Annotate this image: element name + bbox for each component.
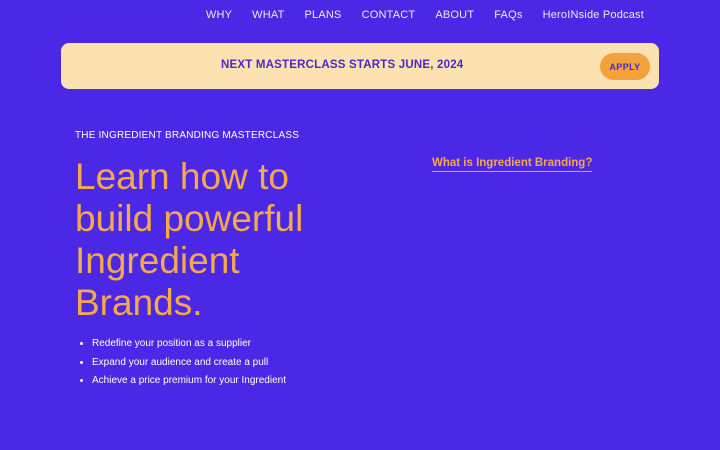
benefit-item: Expand your audience and create a pull [92, 354, 286, 373]
nav-link-about[interactable]: ABOUT [435, 9, 474, 21]
nav-link-what[interactable]: WHAT [252, 9, 284, 21]
top-navigation: WHY WHAT PLANS CONTACT ABOUT FAQs HeroIN… [0, 0, 720, 30]
banner-text: NEXT MASTERCLASS STARTS JUNE, 2024 [221, 59, 464, 71]
nav-link-why[interactable]: WHY [206, 9, 232, 21]
announcement-banner: NEXT MASTERCLASS STARTS JUNE, 2024 APPLY [61, 43, 659, 89]
nav-link-plans[interactable]: PLANS [305, 9, 342, 21]
nav-link-contact[interactable]: CONTACT [362, 9, 416, 21]
eyebrow-text: THE INGREDIENT BRANDING MASTERCLASS [75, 130, 300, 141]
nav-link-faqs[interactable]: FAQs [494, 9, 522, 21]
apply-button[interactable]: APPLY [600, 53, 650, 80]
benefit-list: Redefine your position as a supplier Exp… [80, 335, 286, 391]
hero-headline: Learn how to build powerful Ingredient B… [75, 156, 304, 323]
nav-link-podcast[interactable]: HeroINside Podcast [543, 9, 644, 21]
benefit-item: Achieve a price premium for your Ingredi… [92, 372, 286, 391]
benefit-item: Redefine your position as a supplier [92, 335, 286, 354]
nav-links: WHY WHAT PLANS CONTACT ABOUT FAQs HeroIN… [186, 9, 644, 21]
what-is-ingredient-branding-link[interactable]: What is Ingredient Branding? [432, 157, 593, 172]
